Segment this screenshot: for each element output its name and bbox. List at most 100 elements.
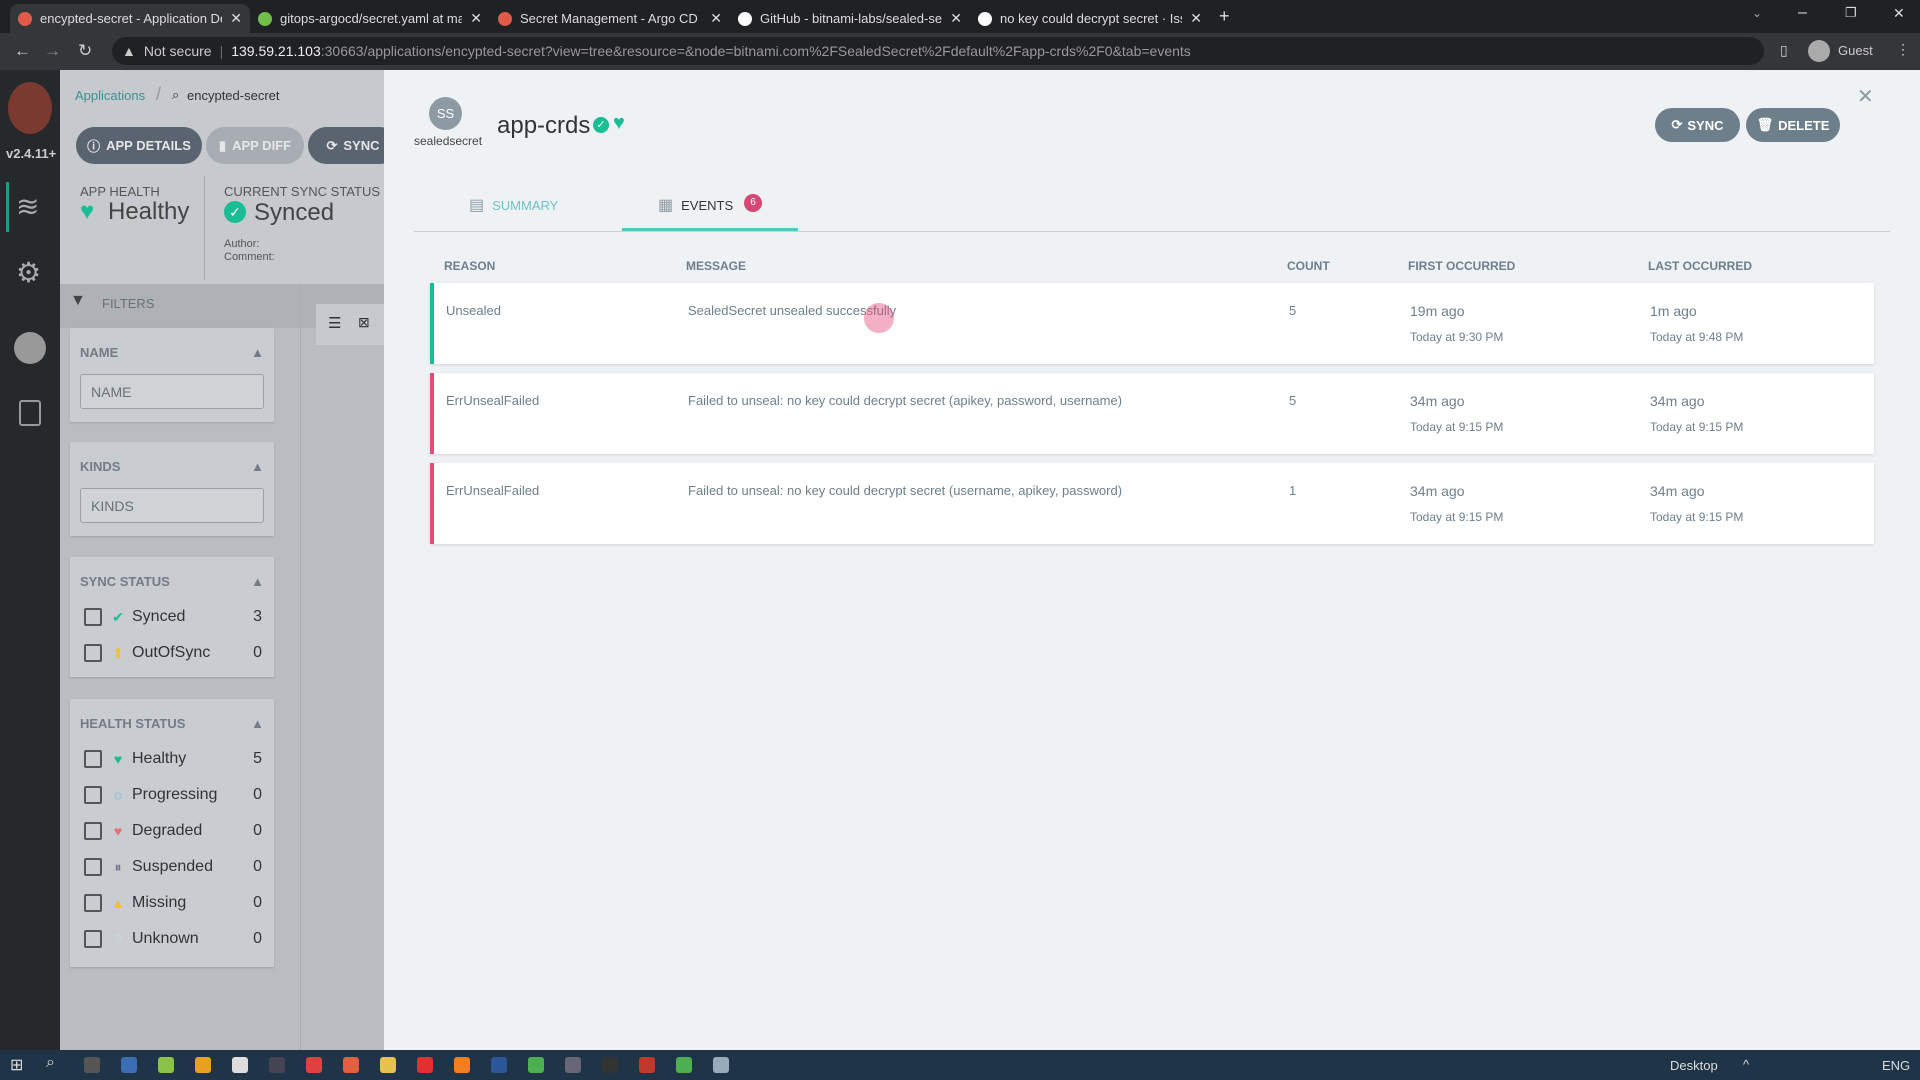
event-last-occurred: 34m ago [1650,393,1705,409]
filter-item-synced[interactable]: ✔ Synced 3 [70,599,274,635]
filter-item-progressing[interactable]: ◌ Progressing 0 [70,777,274,813]
checkbox[interactable] [84,822,102,840]
taskbar-app-icon[interactable] [602,1057,618,1073]
close-tab-icon[interactable]: ✕ [950,10,962,27]
taskbar-app-icon[interactable] [232,1057,248,1073]
event-last-occurred-time: Today at 9:15 PM [1650,510,1744,524]
filter-item-degraded[interactable]: ♥ Degraded 0 [70,813,274,849]
sync-icon: ⟳ [326,137,338,153]
checkbox[interactable] [84,894,102,912]
filter-item-missing[interactable]: ▲ Missing 0 [70,885,274,921]
collapse-icon[interactable]: ▲ [251,716,264,731]
taskbar-app-icon[interactable] [195,1057,211,1073]
browser-tab[interactable]: encypted-secret - Application De ✕ [10,4,250,33]
fit-view-icon[interactable]: ⊠ [358,314,370,331]
synced-icon: ✓ [593,117,609,133]
taskbar-app-icon[interactable] [380,1057,396,1073]
browser-tab[interactable]: GitHub - bitnami-labs/sealed-sec ✕ [730,4,970,33]
tab-events[interactable]: ▦ EVENTS [658,195,733,215]
user-icon[interactable] [14,332,46,364]
argo-logo[interactable] [8,82,52,134]
checkbox[interactable] [84,786,102,804]
taskbar-app-icon[interactable] [676,1057,692,1073]
profile-name[interactable]: Guest [1838,43,1873,58]
close-tab-icon[interactable]: ✕ [470,10,482,27]
language-indicator[interactable]: ENG [1882,1058,1910,1073]
app-details-button[interactable]: ⓘ APP DETAILS [76,127,202,164]
menu-icon[interactable]: ⋮ [1896,41,1910,58]
events-count-badge: 6 [744,194,762,212]
close-tab-icon[interactable]: ✕ [710,10,722,27]
taskbar-app-icon[interactable] [417,1057,433,1073]
filter-item-outofsync[interactable]: ⬆ OutOfSync 0 [70,635,274,671]
reload-icon[interactable]: ↻ [78,41,92,61]
sidepanel-icon[interactable]: ▯ [1780,42,1788,59]
minimize-button[interactable]: – [1798,4,1807,22]
taskbar-app-icon[interactable] [454,1057,470,1073]
taskbar-app-icon[interactable] [528,1057,544,1073]
filter-item-unknown[interactable]: ? Unknown 0 [70,921,274,957]
sync-button[interactable]: ⟳ SYNC [1655,108,1740,142]
tab-search-icon[interactable]: ⌄ [1752,6,1762,20]
desktop-toolbar[interactable]: Desktop [1670,1058,1718,1073]
browser-tab[interactable]: Secret Management - Argo CD - ✕ [490,4,730,33]
collapse-icon[interactable]: ▲ [251,345,264,360]
docs-icon[interactable] [19,400,41,426]
url-input[interactable]: ▲ Not secure | 139.59.21.103:30663/appli… [112,37,1764,65]
windows-start-icon[interactable]: ⊞ [10,1055,23,1075]
breadcrumb-applications[interactable]: Applications [75,88,145,103]
checkbox[interactable] [84,608,102,626]
event-row[interactable]: ErrUnsealFailed Failed to unseal: no key… [430,463,1874,544]
taskbar-app-icon[interactable] [639,1057,655,1073]
filter-item-suspended[interactable]: ⏸ Suspended 0 [70,849,274,885]
health-status-filter-card: HEALTH STATUS ▲ ♥ Healthy 5 ◌ Progressing 0 ♥ De… [70,699,274,967]
event-row[interactable]: Unsealed SealedSecret unsealed successfu… [430,283,1874,364]
restore-button[interactable]: ❐ [1845,5,1857,21]
delete-button[interactable]: 🗑 DELETE [1746,108,1840,142]
browser-tab[interactable]: no key could decrypt secret · Issu ✕ [970,4,1210,33]
taskbar-app-icon[interactable] [158,1057,174,1073]
search-icon[interactable]: ⌕ [46,1054,55,1072]
taskbar-app-icon[interactable] [121,1057,137,1073]
applications-layers-icon[interactable]: ≋ [16,190,39,223]
taskbar-app-icon[interactable] [269,1057,285,1073]
list-view-icon[interactable]: ☰ [328,314,341,332]
new-tab-button[interactable]: + [1219,6,1230,27]
close-panel-icon[interactable]: ✕ [1857,84,1874,109]
check-circle-icon: ✔ [112,608,124,625]
tray-chevron-icon[interactable]: ^ [1743,1057,1749,1072]
checkbox[interactable] [84,750,102,768]
close-tab-icon[interactable]: ✕ [1190,10,1202,27]
tab-summary[interactable]: ▤ SUMMARY [469,195,558,215]
back-icon[interactable]: ← [14,41,31,61]
settings-gear-icon[interactable]: ⚙ [16,256,41,289]
forward-icon[interactable]: → [44,41,61,61]
profile-avatar[interactable] [1808,40,1830,62]
browser-tab[interactable]: gitops-argocd/secret.yaml at ma ✕ [250,4,490,33]
filter-item-healthy[interactable]: ♥ Healthy 5 [70,741,274,777]
taskbar-app-icon[interactable] [84,1057,100,1073]
taskbar-app-icon[interactable] [306,1057,322,1073]
taskbar-app-icon[interactable] [713,1057,729,1073]
checkbox[interactable] [84,930,102,948]
taskbar-app-icon[interactable] [565,1057,581,1073]
sync-button-label: SYNC [1687,117,1724,133]
event-message: Failed to unseal: no key could decrypt s… [688,483,1123,498]
taskbar-app-icon[interactable] [491,1057,507,1073]
kinds-filter-input[interactable]: KINDS [80,488,264,523]
close-window-button[interactable]: ✕ [1893,5,1905,22]
healthy-heart-icon: ♥ [613,112,625,134]
url-host: 139.59.21.103 [231,43,321,59]
checkbox[interactable] [84,644,102,662]
app-diff-button[interactable]: ▮ APP DIFF [206,127,304,164]
checkbox[interactable] [84,858,102,876]
favicon-icon [18,11,32,26]
taskbar-app-icon[interactable] [343,1057,359,1073]
divider [204,176,205,280]
name-filter-input[interactable]: NAME [80,374,264,409]
collapse-icon[interactable]: ▲ [251,459,264,474]
event-row[interactable]: ErrUnsealFailed Failed to unseal: no key… [430,373,1874,454]
collapse-icon[interactable]: ▲ [251,574,264,589]
close-tab-icon[interactable]: ✕ [230,10,242,27]
spinner-icon: ◌ [113,787,123,803]
